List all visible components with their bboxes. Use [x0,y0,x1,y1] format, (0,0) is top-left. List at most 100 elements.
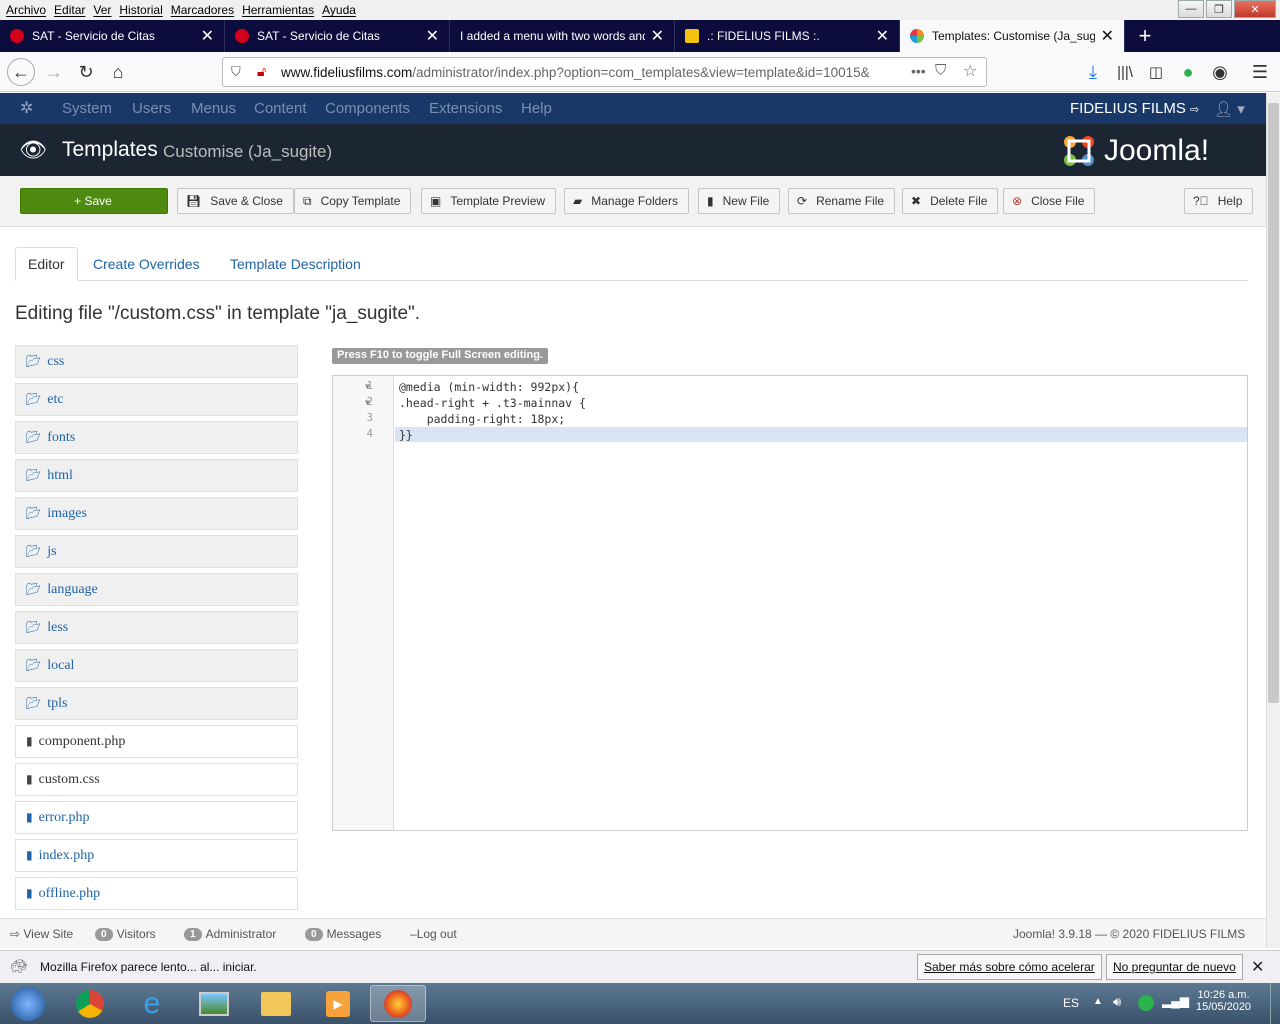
fold-arrow-icon[interactable]: ▼ [365,398,370,407]
menu-help[interactable]: Help [521,100,552,117]
administrator-link[interactable]: 1 Administrator [184,927,276,941]
tab-create-overrides[interactable]: Create Overrides [81,247,212,281]
code-line[interactable]: @media (min-width: 992px){ [399,380,579,394]
folder-item[interactable]: 📂︎ images [15,497,298,530]
menu-ver[interactable]: Ver [91,3,117,17]
menu-components[interactable]: Components [325,100,410,117]
internet-explorer-icon[interactable]: e [124,985,180,1022]
fold-arrow-icon[interactable]: ▼ [365,382,370,391]
insecure-lock-icon[interactable]: 🔓︎ [257,63,266,80]
tab-close-icon[interactable]: ✕ [651,26,664,46]
forward-icon[interactable]: → [41,60,67,84]
media-player-icon[interactable]: ▶ [310,985,366,1022]
restore-button[interactable]: ❐ [1206,0,1232,18]
menu-editar[interactable]: Editar [52,3,91,17]
scrollbar-thumb[interactable] [1268,103,1279,703]
rename-file-button[interactable]: ⟳ Rename File [788,188,896,214]
save-close-button[interactable]: 💾︎ Save & Close [177,188,294,214]
tab-close-icon[interactable]: ✕ [1101,26,1114,46]
minimize-button[interactable]: — [1178,0,1204,18]
tray-clock[interactable]: 10:26 a.m. 15/05/2020 [1196,989,1251,1013]
extension-check-icon[interactable]: ● [1175,60,1201,84]
copy-template-button[interactable]: ⧉ Copy Template [294,188,412,214]
browser-tab-active[interactable]: Templates: Customise (Ja_sugite ✕ [900,20,1125,52]
learn-more-button[interactable]: Saber más sobre cómo acelerar [917,954,1102,980]
close-icon[interactable]: ✕ [1251,957,1264,977]
code-line[interactable]: .head-right + .t3-mainnav { [399,396,586,410]
folder-item[interactable]: 📂︎ fonts [15,421,298,454]
pocket-icon[interactable]: ⛉ [935,62,947,79]
menu-content[interactable]: Content [254,100,307,117]
home-icon[interactable]: ⌂ [105,60,131,84]
logout-link[interactable]: – Log out [410,927,457,941]
site-name-link[interactable]: FIDELIUS FILMS ⇨ [1070,100,1199,117]
hamburger-menu-icon[interactable]: ☰ [1247,60,1273,84]
code-editor[interactable]: 1 ▼ 2 ▼ 3 4 @media (min-width: 992px){ .… [332,375,1248,831]
language-indicator[interactable]: ES [1063,996,1079,1010]
template-preview-button[interactable]: ▣ Template Preview [421,188,557,214]
window-close-button[interactable]: ✕ [1234,0,1276,18]
page-actions-icon[interactable]: ••• [907,63,926,79]
start-button[interactable] [0,985,56,1022]
menu-menus[interactable]: Menus [191,100,236,117]
tray-arrow-icon[interactable]: ▲ [1093,996,1103,1007]
browser-tab[interactable]: SAT - Servicio de Citas ✕ [225,20,450,52]
visitors-link[interactable]: 0 Visitors [95,927,156,941]
folder-item[interactable]: 📂︎ language [15,573,298,606]
view-site-link[interactable]: ⇨ View Site [10,927,73,941]
folder-item[interactable]: 📂︎ html [15,459,298,492]
show-desktop-button[interactable] [1270,983,1280,1024]
folder-item[interactable]: 📂︎ tpls [15,687,298,720]
code-line[interactable]: padding-right: 18px; [399,412,565,426]
library-icon[interactable]: |||\ [1112,60,1138,84]
back-icon[interactable]: ← [7,58,35,86]
folder-item[interactable]: 📂︎ css [15,345,298,378]
tab-close-icon[interactable]: ✕ [876,26,889,46]
download-icon[interactable]: ⤓ [1080,60,1106,84]
folder-item[interactable]: 📂︎ etc [15,383,298,416]
file-item[interactable]: ▮ offline.php [15,877,298,910]
sidebar-icon[interactable]: ◫ [1143,60,1169,84]
file-item[interactable]: ▮ custom.css [15,763,298,796]
url-bar[interactable]: ⛉ 🔓︎ www.fideliusfilms.com/administrator… [222,57,987,87]
dont-ask-button[interactable]: No preguntar de nuevo [1106,954,1243,980]
file-explorer-icon[interactable] [248,985,304,1022]
file-item[interactable]: ▮ component.php [15,725,298,758]
security-tray-icon[interactable] [1138,995,1154,1011]
menu-historial[interactable]: Historial [117,3,168,17]
shield-icon[interactable]: ⛉ [231,64,241,80]
close-file-button[interactable]: ⊗ Close File [1003,188,1096,214]
manage-folders-button[interactable]: ▰ Manage Folders [564,188,689,214]
browser-tab[interactable]: I added a menu with two words and ✕ [450,20,675,52]
page-scrollbar[interactable] [1266,93,1280,948]
menu-system[interactable]: System [62,100,112,117]
folder-item[interactable]: 📂︎ less [15,611,298,644]
new-file-button[interactable]: ▮ New File [698,188,781,214]
tab-close-icon[interactable]: ✕ [426,26,439,46]
network-icon[interactable]: ▂▄▆ [1162,994,1189,1008]
menu-ayuda[interactable]: Ayuda [320,3,362,17]
account-icon[interactable]: ◉ [1207,60,1233,84]
menu-marcadores[interactable]: Marcadores [169,3,240,17]
file-item[interactable]: ▮ error.php [15,801,298,834]
browser-tab[interactable]: SAT - Servicio de Citas ✕ [0,20,225,52]
tab-close-icon[interactable]: ✕ [201,26,214,46]
joomla-menu-icon[interactable]: ✲ [20,98,33,118]
folder-item[interactable]: 📂︎ js [15,535,298,568]
tab-editor[interactable]: Editor [15,247,78,281]
firefox-taskbar-icon[interactable] [370,985,426,1022]
code-line[interactable]: }} [399,428,413,442]
menu-users[interactable]: Users [132,100,171,117]
help-button[interactable]: ?⃝ Help [1184,188,1254,214]
reload-icon[interactable]: ↻ [73,60,99,84]
save-button[interactable]: + Save [20,188,168,214]
messages-link[interactable]: 0 Messages [305,927,381,941]
file-item[interactable]: ▮ index.php [15,839,298,872]
menu-archivo[interactable]: Archivo [4,3,52,17]
new-tab-icon[interactable]: + [1125,20,1165,52]
menu-herramientas[interactable]: Herramientas [240,3,320,17]
chrome-taskbar-icon[interactable] [62,985,118,1022]
tab-template-description[interactable]: Template Description [218,247,373,281]
user-menu-icon[interactable]: 👤︎ ▾ [1214,100,1245,118]
browser-tab[interactable]: .: FIDELIUS FILMS :. ✕ [675,20,900,52]
